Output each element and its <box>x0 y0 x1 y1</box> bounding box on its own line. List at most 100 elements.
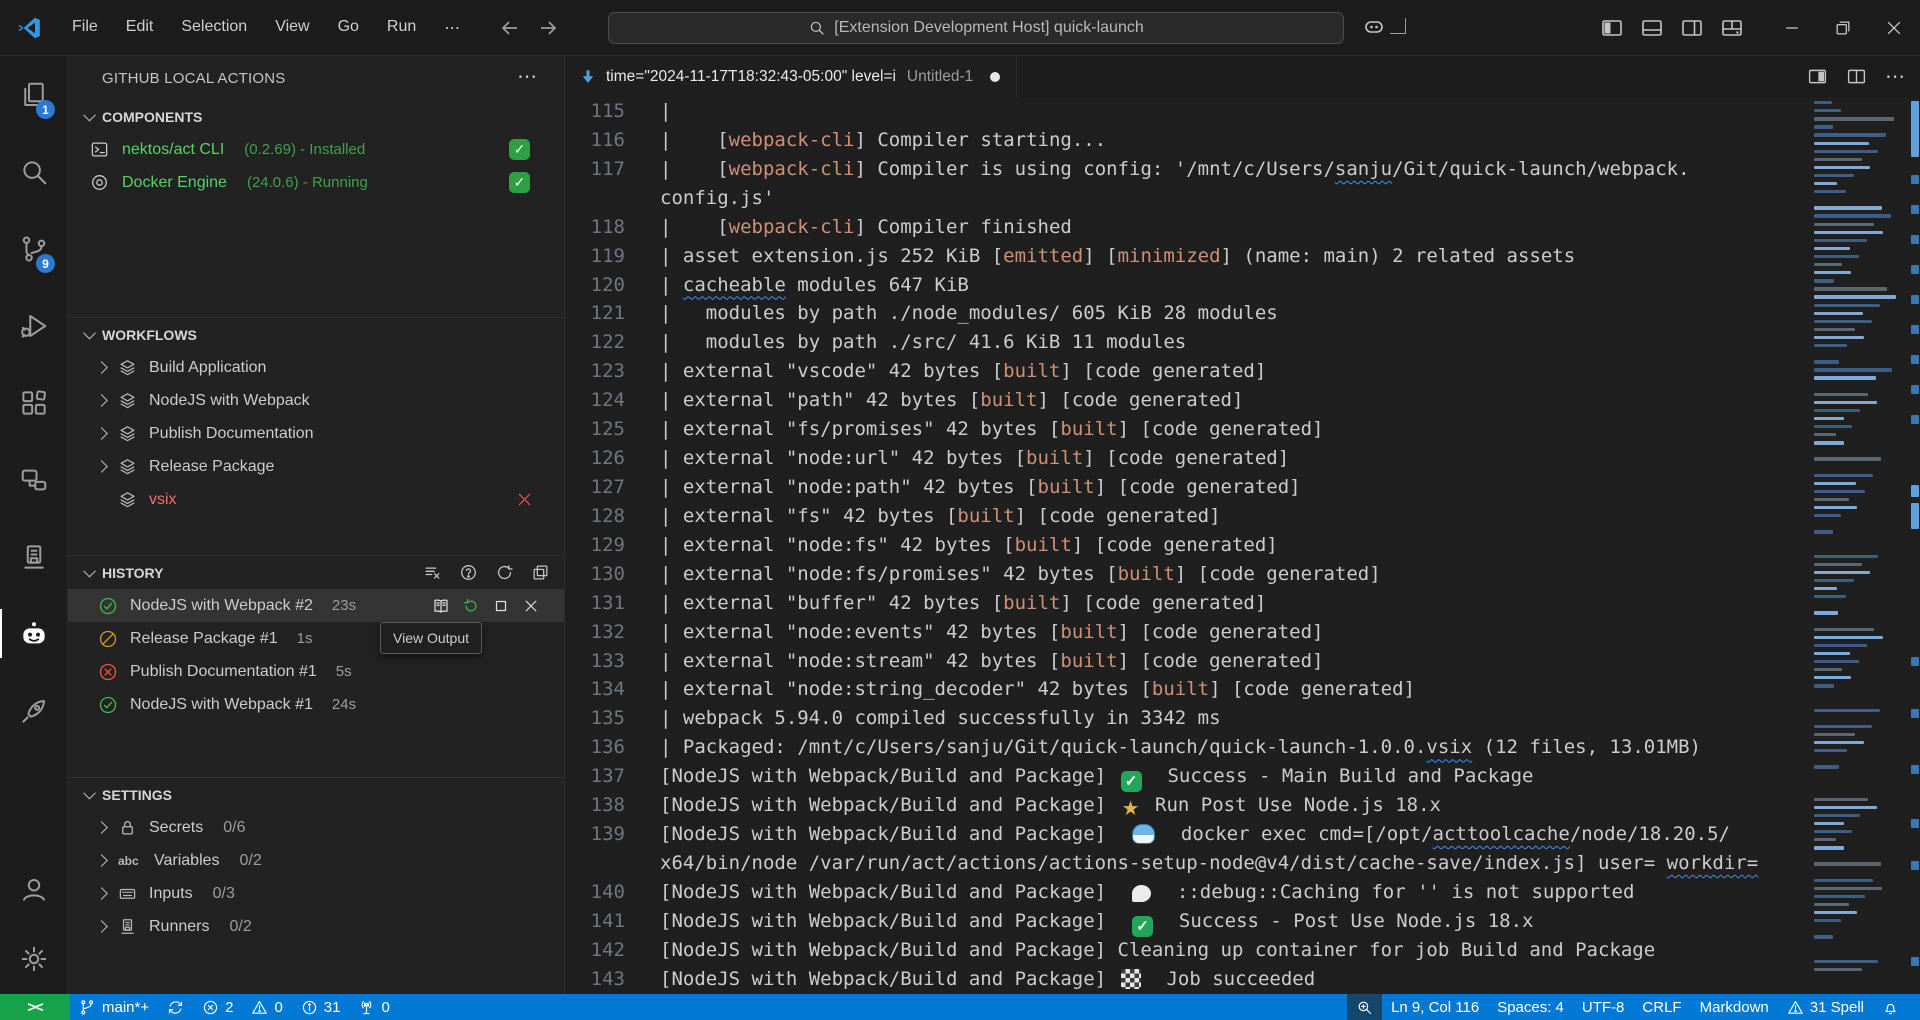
activity-item-runners[interactable] <box>0 518 67 595</box>
badge-source-control: 9 <box>36 254 55 273</box>
status-item-remote-indicator[interactable]: >< <box>0 994 70 1020</box>
minimap[interactable] <box>1810 97 1910 994</box>
activity-item-manage[interactable] <box>0 924 67 994</box>
restart-icon[interactable] <box>462 597 480 615</box>
restore-button[interactable] <box>1817 0 1868 56</box>
toggle-sidebar-icon[interactable] <box>1600 16 1624 40</box>
status-item-ports[interactable]: 0 <box>349 994 398 1020</box>
toggle-secondary-sidebar-icon[interactable] <box>1680 16 1704 40</box>
workflow-row[interactable]: NodeJS with Webpack <box>68 384 564 417</box>
history-row[interactable]: Release Package #11s <box>68 622 564 655</box>
activity-item-search[interactable] <box>0 133 67 210</box>
status-item-infos[interactable]: 31 <box>292 994 350 1020</box>
workflow-row[interactable]: Build Application <box>68 351 564 384</box>
status-item-eol[interactable]: CRLF <box>1633 994 1690 1020</box>
history-label: Release Package #1 <box>130 630 278 648</box>
refresh-icon[interactable] <box>495 563 514 582</box>
activity-item-deploy[interactable] <box>0 672 67 749</box>
help-icon[interactable] <box>459 563 478 582</box>
component-row[interactable]: Docker Engine(24.0.6) - Running✓ <box>68 166 564 199</box>
close-icon[interactable] <box>522 597 540 615</box>
overview-ruler-scrollbar[interactable] <box>1910 97 1920 994</box>
settings-row-inputs[interactable]: Inputs0/3 <box>68 877 564 910</box>
minimap-line <box>1814 571 1870 574</box>
history-row[interactable]: NodeJS with Webpack #124s <box>68 688 564 721</box>
sidebar-header: GITHUB LOCAL ACTIONS ⋯ <box>68 56 564 100</box>
menu-view[interactable]: View <box>263 12 321 44</box>
activity-item-extensions[interactable] <box>0 364 67 441</box>
settings-label: Secrets <box>149 819 203 837</box>
workflow-icon <box>118 391 137 410</box>
history-row[interactable]: Publish Documentation #15s <box>68 655 564 688</box>
menu-go[interactable]: Go <box>326 12 371 44</box>
toggle-panel-icon[interactable] <box>1640 16 1664 40</box>
copilot-menu[interactable] <box>1362 14 1406 38</box>
section-header-settings[interactable]: SETTINGS <box>68 778 564 811</box>
history-row-actions <box>432 597 540 615</box>
settings-row-variables[interactable]: abcVariables0/2 <box>68 844 564 877</box>
status-item-notifications[interactable] <box>1873 994 1908 1020</box>
more-actions-icon[interactable]: ⋯ <box>517 64 538 89</box>
history-row[interactable]: NodeJS with Webpack #223s <box>68 589 564 622</box>
abc-icon: abc <box>118 854 142 868</box>
status-item-sync[interactable] <box>158 994 193 1020</box>
activity-item-github-local-actions[interactable] <box>0 595 67 672</box>
status-item-git-branch[interactable]: main*+ <box>70 994 158 1020</box>
status-item-errors[interactable]: 2 <box>193 994 242 1020</box>
activity-item-accounts[interactable] <box>0 854 67 924</box>
ruler-mark <box>1911 861 1919 870</box>
menu-edit[interactable]: Edit <box>114 12 166 44</box>
activity-item-source-control[interactable]: 9 <box>0 210 67 287</box>
menu-file[interactable]: File <box>60 12 110 44</box>
minimap-line <box>1814 806 1877 809</box>
editor-more-actions-icon[interactable]: ⋯ <box>1885 64 1906 89</box>
extensions-icon <box>19 388 49 418</box>
clear-list-icon[interactable] <box>423 563 442 582</box>
view-output-icon[interactable] <box>432 597 450 615</box>
status-item-language-mode[interactable]: Markdown <box>1691 994 1778 1020</box>
title-bar: FileEditSelectionViewGoRun⋯ [Extension D… <box>0 0 1920 56</box>
activity-item-remote-explorer[interactable] <box>0 441 67 518</box>
settings-row-secrets[interactable]: Secrets0/6 <box>68 811 564 844</box>
back-arrow-icon[interactable] <box>498 16 522 40</box>
close-button[interactable] <box>1868 0 1919 56</box>
minimize-button[interactable] <box>1766 0 1817 56</box>
split-editor-icon[interactable] <box>1846 66 1867 87</box>
status-item-zoom-indicator[interactable] <box>1347 994 1382 1020</box>
section-header-components[interactable]: COMPONENTS <box>68 100 564 133</box>
workflow-row[interactable]: Publish Documentation <box>68 417 564 450</box>
activity-item-run-and-debug[interactable] <box>0 287 67 364</box>
status-item-spell-checker[interactable]: 31 Spell <box>1778 994 1873 1020</box>
status-item-indentation[interactable]: Spaces: 4 <box>1488 994 1573 1020</box>
status-item-encoding[interactable]: UTF-8 <box>1573 994 1634 1020</box>
customize-layout-icon[interactable] <box>1720 16 1744 40</box>
menu-[interactable]: ⋯ <box>432 12 472 44</box>
ruler-mark <box>1911 819 1919 828</box>
ruler-mark <box>1911 325 1919 334</box>
activity-item-explorer[interactable]: 1 <box>0 56 67 133</box>
workflow-row[interactable]: vsix <box>68 483 564 516</box>
forward-arrow-icon[interactable] <box>536 16 560 40</box>
status-item-warnings[interactable]: 0 <box>242 994 291 1020</box>
command-center-search[interactable]: [Extension Development Host] quick-launc… <box>608 12 1344 44</box>
collapse-icon[interactable] <box>531 563 550 582</box>
code-area[interactable]: 115|116| [webpack-cli] Compiler starting… <box>565 97 1920 994</box>
tab-untitled-1[interactable]: time="2024-11-17T18:32:43-05:00" level=i… <box>565 56 1017 97</box>
workflow-error-icon[interactable] <box>515 490 534 509</box>
status-item-cursor-position[interactable]: Ln 9, Col 116 <box>1382 994 1488 1020</box>
line-number: 128 <box>565 502 625 531</box>
settings-row-runners[interactable]: Runners0/2 <box>68 910 564 943</box>
menu-run[interactable]: Run <box>375 12 428 44</box>
open-preview-icon[interactable] <box>1807 66 1828 87</box>
modified-dot-icon[interactable] <box>990 72 1000 82</box>
component-row[interactable]: nektos/act CLI(0.2.69) - Installed✓ <box>68 133 564 166</box>
workflow-label: NodeJS with Webpack <box>149 392 310 410</box>
minimap-line <box>1814 490 1865 493</box>
section-header-workflows[interactable]: WORKFLOWS <box>68 318 564 351</box>
section-header-history[interactable]: HISTORY <box>68 556 564 589</box>
menu-selection[interactable]: Selection <box>169 12 259 44</box>
workflow-row[interactable]: Release Package <box>68 450 564 483</box>
line-number: 119 <box>565 242 625 271</box>
stop-icon[interactable] <box>492 597 510 615</box>
docker-icon <box>90 173 109 192</box>
